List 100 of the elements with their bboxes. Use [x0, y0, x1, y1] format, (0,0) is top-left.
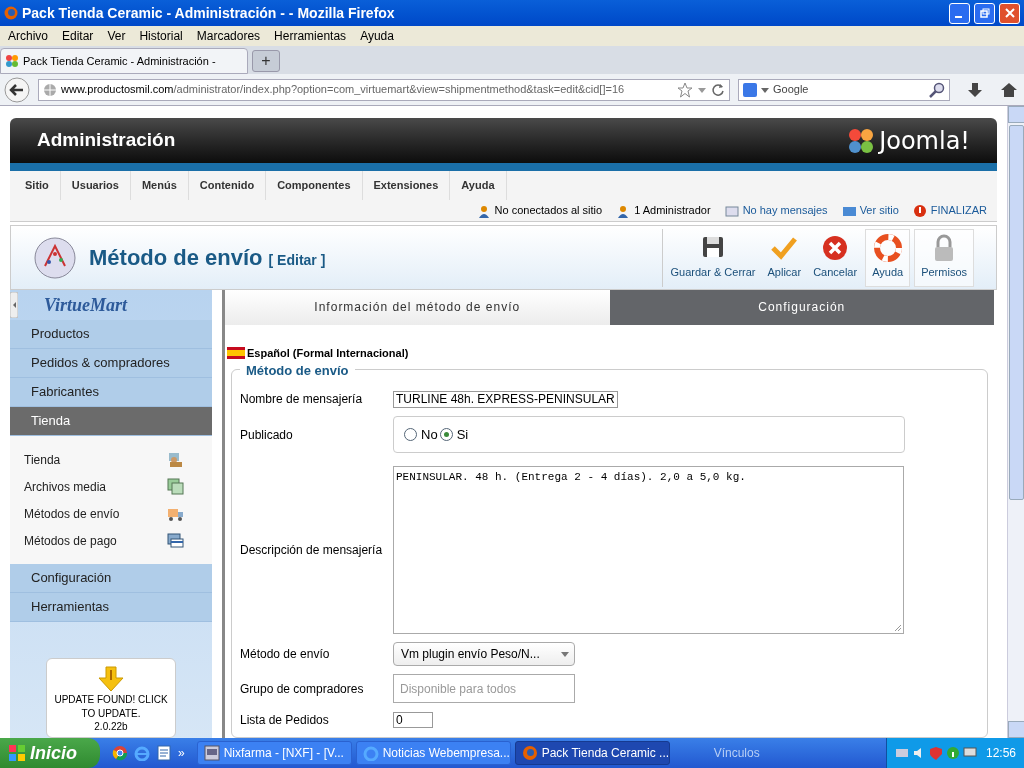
toolbar-button[interactable]: Guardar & Cerrar	[666, 228, 760, 287]
search-icon[interactable]	[929, 81, 945, 98]
radio-label[interactable]: No	[421, 424, 438, 445]
field-label: Método de envío	[240, 646, 331, 663]
sidebar-item[interactable]: Fabricantes	[10, 378, 212, 407]
taskbar-window[interactable]: Pack Tienda Ceramic ...	[514, 741, 670, 765]
resize-grip-icon[interactable]	[893, 623, 902, 632]
message-icon	[724, 203, 739, 218]
chrome-icon[interactable]	[112, 745, 128, 761]
joomla-icon	[5, 54, 19, 68]
info-icon[interactable]	[945, 746, 960, 760]
minimize-icon	[955, 16, 962, 18]
address-bar[interactable]: www.productosmil.com/administrator/index.php?option=com_virtuemart&view=shipmentmethod&task=edit&cid[]=16	[38, 78, 730, 101]
status-link[interactable]: Ver sitio	[859, 202, 899, 219]
windows-logo-icon	[8, 744, 26, 762]
document-icon[interactable]	[156, 745, 172, 761]
taskbar-window[interactable]: Noticias Webempresa...	[355, 741, 511, 765]
scrollbar[interactable]	[1007, 106, 1024, 738]
sidebar-item[interactable]: Configuración	[10, 564, 212, 593]
status-link[interactable]: No conectados al sitio	[494, 202, 603, 219]
google-icon	[743, 82, 757, 97]
page-title: Método de envío	[89, 244, 263, 272]
sidebar-item[interactable]: Herramientas	[10, 593, 212, 622]
display-icon[interactable]	[962, 746, 977, 760]
browser-tab[interactable]: Pack Tienda Ceramic - Administración -	[0, 48, 248, 74]
submenu-link[interactable]: Tienda	[24, 450, 61, 469]
toolbar-button[interactable]: Ayuda	[865, 228, 911, 287]
menu-item[interactable]: Ayuda	[360, 27, 394, 45]
language-label: Español (Formal Internacional)	[247, 345, 409, 361]
field-label: Lista de Pedidos	[240, 712, 330, 729]
window-title: Pack Tienda Ceramic - Administración - - Mozilla Firefox	[22, 3, 396, 23]
cancel-icon	[821, 234, 850, 263]
reload-icon[interactable]	[711, 82, 725, 97]
url-text: www.productosmil.com/administrator/index.php?option=com_virtuemart&view=shipmentmethod&task=edit&cid[]=16	[61, 82, 626, 98]
text-area[interactable]: PENINSULAR. 48 h. (Entrega 2 - 4 días). 2,0 a 5,0 kg.	[393, 466, 904, 634]
field-label: Grupo de compradores	[240, 680, 365, 698]
taskbar-window[interactable]: Nixfarma - [NXF] - [V...	[196, 741, 352, 765]
page-subtitle: [ Editar ]	[268, 251, 326, 270]
update-version: 2.0.22b	[94, 721, 128, 733]
submenu-link[interactable]: Métodos de pago	[24, 531, 117, 550]
field-label: Publicado	[240, 426, 294, 444]
menu-item[interactable]: Herramientas	[274, 27, 347, 45]
dropdown-icon[interactable]	[761, 85, 769, 94]
globe-icon	[43, 82, 57, 97]
form-tab[interactable]: Configuración	[609, 290, 994, 325]
status-link[interactable]: FINALIZAR	[930, 202, 987, 219]
payment-icon	[167, 532, 184, 549]
clock: 12:56	[985, 745, 1016, 762]
select-dropdown[interactable]: Vm plugin envío Peso/N...	[393, 642, 575, 666]
joomla-logo-icon	[847, 126, 876, 155]
maximize-button[interactable]	[974, 2, 995, 24]
status-link[interactable]: No hay mensajes	[742, 202, 828, 219]
input-field[interactable]: 0	[393, 712, 433, 728]
field-label: Descripción de mensajería	[240, 542, 384, 559]
update-message: UPDATE FOUND! CLICK TO UPDATE.	[53, 693, 169, 721]
submenu-link[interactable]: Archivos media	[24, 477, 107, 496]
spain-flag-icon	[227, 346, 245, 359]
lifebuoy-icon	[873, 234, 902, 263]
start-button[interactable]: Inicio	[0, 738, 100, 768]
maximize-icon	[979, 8, 990, 18]
collapse-icon[interactable]	[10, 292, 18, 318]
menu-item[interactable]: Ver	[107, 27, 126, 45]
toolbar-button[interactable]: Permisos	[914, 228, 974, 287]
radio-label[interactable]: Si	[456, 424, 469, 445]
app-window-icon	[203, 745, 220, 761]
chevron-button[interactable]: »	[178, 744, 185, 762]
search-field[interactable]: Google	[738, 78, 950, 101]
toolbar-button[interactable]: Aplicar	[763, 228, 806, 287]
admin-title: Administración	[37, 128, 176, 153]
download-icon[interactable]	[966, 80, 984, 99]
back-icon[interactable]	[4, 76, 30, 103]
menu-item[interactable]: Historial	[139, 27, 183, 45]
status-link[interactable]: 1 Administrador	[634, 202, 711, 219]
sidebar-item[interactable]: Pedidos & compradores	[10, 349, 212, 378]
input-field[interactable]: TURLINE 48h. EXPRESS-PENINSULAR	[393, 390, 618, 408]
toolbar-button[interactable]: Cancelar	[809, 228, 862, 287]
virtuemart-logo: VirtueMart	[44, 293, 128, 317]
media-icon	[167, 478, 184, 495]
sidebar-item[interactable]: Tienda	[10, 407, 212, 436]
radio-button[interactable]	[404, 428, 417, 441]
caret-icon	[560, 650, 570, 658]
firefox-icon	[4, 6, 18, 20]
radio-button[interactable]	[439, 428, 453, 441]
users-icon	[476, 203, 491, 218]
submenu-link[interactable]: Métodos de envío	[24, 504, 120, 523]
menu-item[interactable]: Editar	[62, 27, 94, 45]
menu-item[interactable]: Archivo	[8, 27, 48, 45]
star-icon[interactable]	[677, 81, 693, 98]
close-icon	[1004, 8, 1015, 18]
update-notice[interactable]: UPDATE FOUND! CLICK TO UPDATE. 2.0.22b	[46, 658, 176, 738]
warning-arrow-icon	[97, 665, 125, 693]
shop-icon	[167, 451, 184, 468]
menu-item[interactable]: Marcadores	[196, 27, 261, 45]
field-label: Nombre de mensajería	[240, 391, 364, 408]
logo-text: Joomla!	[879, 125, 970, 157]
new-tab-button[interactable]: +	[252, 50, 280, 72]
close-button[interactable]	[999, 2, 1020, 24]
minimize-button[interactable]	[949, 2, 970, 24]
home-icon[interactable]	[1000, 80, 1018, 99]
sidebar-item[interactable]: Productos	[10, 320, 212, 349]
